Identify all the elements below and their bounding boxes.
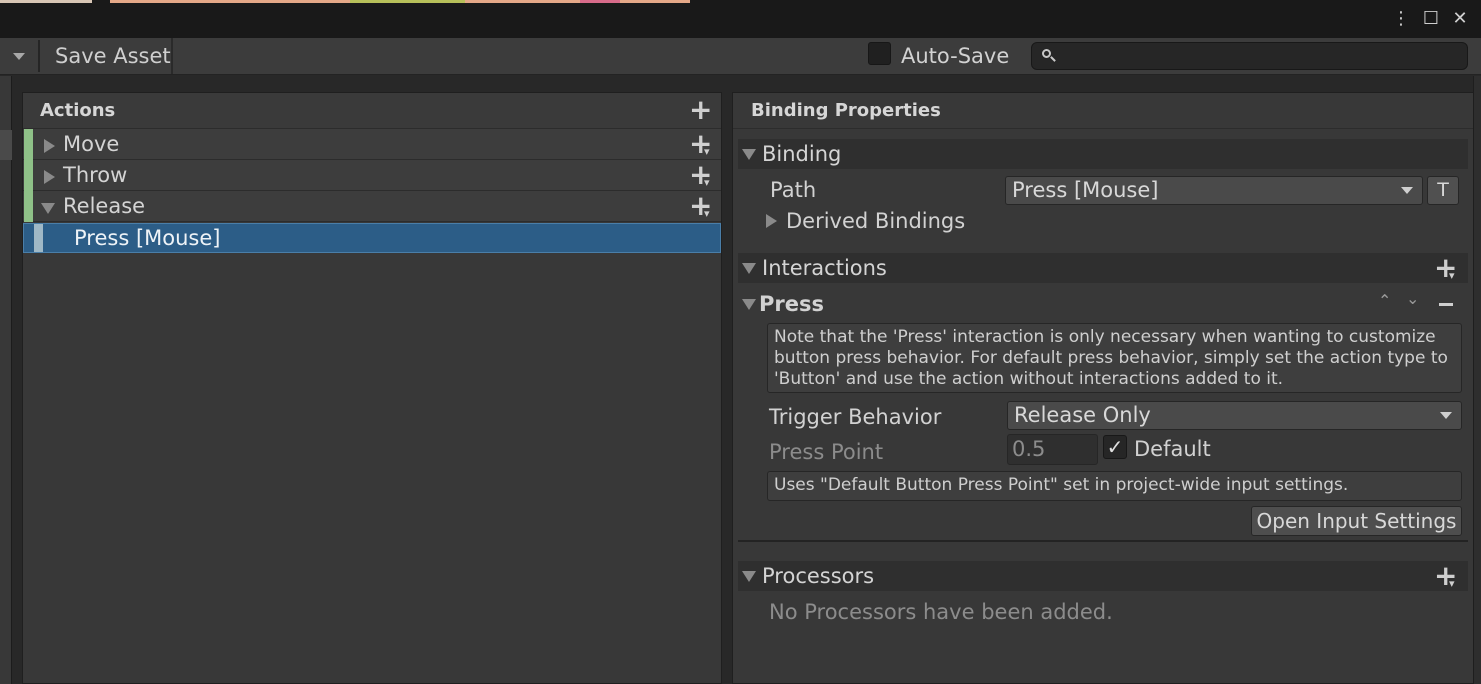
save-asset-button[interactable]: Save Asset xyxy=(47,38,173,74)
window-edge xyxy=(1473,76,1481,684)
add-interaction-icon[interactable]: + ▾ xyxy=(1434,254,1457,283)
actions-header: Actions + xyxy=(23,93,721,129)
open-input-settings-button[interactable]: Open Input Settings xyxy=(1251,506,1462,536)
section-divider xyxy=(738,540,1468,542)
expand-arrow-icon[interactable] xyxy=(44,139,55,153)
control-scheme-dropdown[interactable] xyxy=(0,38,36,74)
autosave-label: Auto-Save xyxy=(901,44,1010,68)
trigger-behavior-value: Release Only xyxy=(1014,403,1151,427)
toolbar-divider xyxy=(38,40,40,72)
collapse-arrow-icon[interactable] xyxy=(41,203,55,214)
title-strip: ⋮ ☐ ✕ xyxy=(0,0,1481,38)
move-down-icon[interactable]: ⌄ xyxy=(1406,289,1419,308)
action-color-marker xyxy=(24,129,33,160)
maximize-icon[interactable]: ☐ xyxy=(1420,8,1442,30)
expand-arrow-icon[interactable] xyxy=(44,170,55,184)
remove-interaction-icon[interactable] xyxy=(1439,303,1453,306)
processors-section-header[interactable]: Processors + ▾ xyxy=(738,561,1468,591)
press-point-label: Press Point xyxy=(769,440,884,464)
chevron-down-icon xyxy=(13,53,25,60)
kebab-menu-icon[interactable]: ⋮ xyxy=(1390,8,1412,30)
action-color-marker xyxy=(24,191,33,222)
press-point-hint: Uses "Default Button Press Point" set in… xyxy=(767,471,1462,501)
binding-color-marker xyxy=(34,224,43,252)
action-label: Release xyxy=(63,194,146,218)
interactions-section-label: Interactions xyxy=(762,256,887,280)
action-color-marker xyxy=(24,160,33,191)
action-item-throw[interactable]: Throw + ▾ xyxy=(23,160,721,191)
add-action-icon[interactable]: + xyxy=(689,96,712,124)
no-processors-text: No Processors have been added. xyxy=(769,600,1113,624)
press-interaction-label: Press xyxy=(759,292,824,316)
default-label: Default xyxy=(1134,437,1211,461)
binding-properties-panel: Binding Properties Binding Path Press [M… xyxy=(732,92,1481,684)
path-value: Press [Mouse] xyxy=(1012,178,1159,202)
processors-section-label: Processors xyxy=(762,564,875,588)
add-binding-icon[interactable]: + ▾ xyxy=(689,161,712,190)
trigger-behavior-dropdown[interactable]: Release Only xyxy=(1007,401,1462,430)
binding-item-press-mouse[interactable]: Press [Mouse] xyxy=(23,223,721,253)
collapse-arrow-icon xyxy=(742,263,756,274)
add-binding-icon[interactable]: + ▾ xyxy=(689,192,712,221)
default-checkbox[interactable]: ✓ xyxy=(1103,435,1127,459)
binding-section-label: Binding xyxy=(762,142,842,166)
collapse-arrow-icon xyxy=(742,571,756,582)
chevron-down-icon xyxy=(1440,412,1452,419)
binding-properties-title: Binding Properties xyxy=(733,93,1481,129)
path-label: Path xyxy=(770,178,817,202)
binding-section-header[interactable]: Binding xyxy=(738,139,1468,169)
background-art xyxy=(0,0,1481,4)
press-note-helpbox: Note that the 'Press' interaction is onl… xyxy=(767,323,1462,393)
actions-panel: Actions + Move + ▾ Throw + ▾ Release + ▾ Pr… xyxy=(22,92,722,684)
add-binding-icon[interactable]: + ▾ xyxy=(689,130,712,159)
binding-label: Press [Mouse] xyxy=(74,226,221,250)
actions-title: Actions xyxy=(40,100,116,121)
collapse-arrow-icon[interactable] xyxy=(742,299,756,310)
add-processor-icon[interactable]: + ▾ xyxy=(1434,562,1457,591)
chevron-down-icon xyxy=(1401,187,1413,194)
selected-action-map[interactable] xyxy=(0,130,12,160)
path-dropdown[interactable]: Press [Mouse] xyxy=(1005,176,1423,205)
derived-bindings-label[interactable]: Derived Bindings xyxy=(786,209,965,233)
expand-arrow-icon[interactable] xyxy=(766,214,777,228)
action-item-release[interactable]: Release + ▾ xyxy=(23,191,721,222)
action-label: Throw xyxy=(63,163,128,187)
interactions-section-header[interactable]: Interactions + ▾ xyxy=(738,253,1468,283)
search-input[interactable] xyxy=(1031,42,1468,70)
text-mode-toggle-button[interactable]: T xyxy=(1427,176,1459,205)
trigger-behavior-label: Trigger Behavior xyxy=(769,405,942,429)
checkmark-icon: ✓ xyxy=(1106,435,1124,459)
press-point-field[interactable]: 0.5 xyxy=(1007,434,1098,465)
action-maps-panel xyxy=(0,76,12,684)
collapse-arrow-icon xyxy=(742,149,756,160)
action-label: Move xyxy=(63,132,120,156)
autosave-checkbox[interactable] xyxy=(868,42,891,65)
action-item-move[interactable]: Move + ▾ xyxy=(23,129,721,160)
close-icon[interactable]: ✕ xyxy=(1449,8,1471,30)
move-up-icon[interactable]: ⌃ xyxy=(1378,291,1391,310)
